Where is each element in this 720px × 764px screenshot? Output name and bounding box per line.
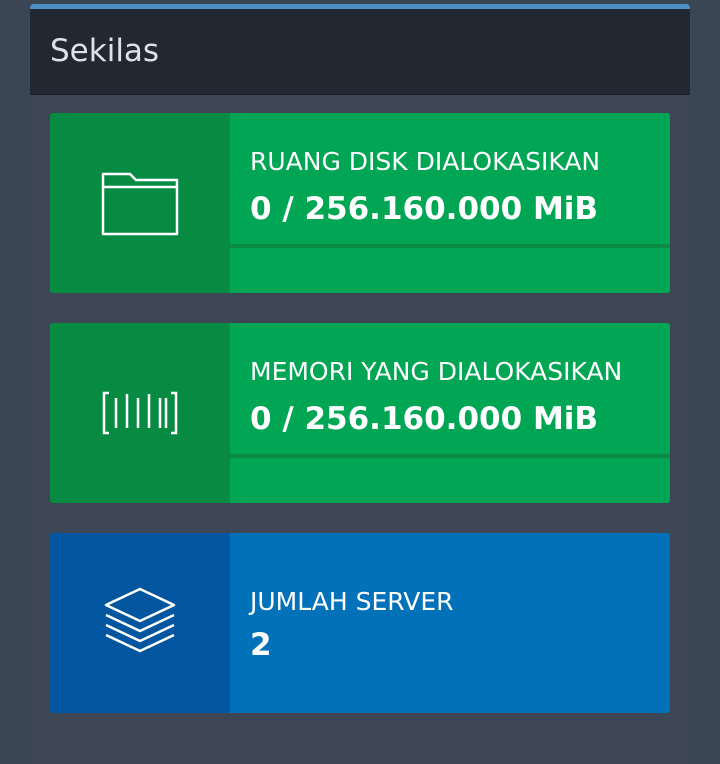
memory-icon	[102, 391, 178, 435]
memory-allocation-value: 0 / 256.160.000 MiB	[250, 401, 599, 437]
memory-allocation-card: MEMORI YANG DIALOKASIKAN 0 / 256.160.000…	[50, 323, 670, 503]
disk-allocation-value: 0 / 256.160.000 MiB	[250, 191, 599, 227]
server-count-value: 2	[250, 627, 272, 663]
overview-panel: Sekilas RUANG DISK DIALOKASIKAN 0 / 256.…	[30, 4, 690, 764]
memory-progress-bar	[230, 454, 670, 458]
layers-icon	[104, 587, 176, 653]
servers-icon-box	[50, 533, 230, 713]
folder-icon	[101, 172, 179, 236]
server-count-card: JUMLAH SERVER 2	[50, 533, 670, 713]
panel-header: Sekilas	[30, 9, 690, 95]
disk-allocation-label: RUANG DISK DIALOKASIKAN	[250, 147, 601, 176]
panel-title: Sekilas	[50, 33, 160, 69]
disk-icon-box	[50, 113, 230, 293]
disk-progress-bar	[230, 244, 670, 248]
memory-allocation-label: MEMORI YANG DIALOKASIKAN	[250, 357, 623, 386]
disk-allocation-card: RUANG DISK DIALOKASIKAN 0 / 256.160.000 …	[50, 113, 670, 293]
memory-icon-box	[50, 323, 230, 503]
server-count-label: JUMLAH SERVER	[250, 587, 454, 616]
